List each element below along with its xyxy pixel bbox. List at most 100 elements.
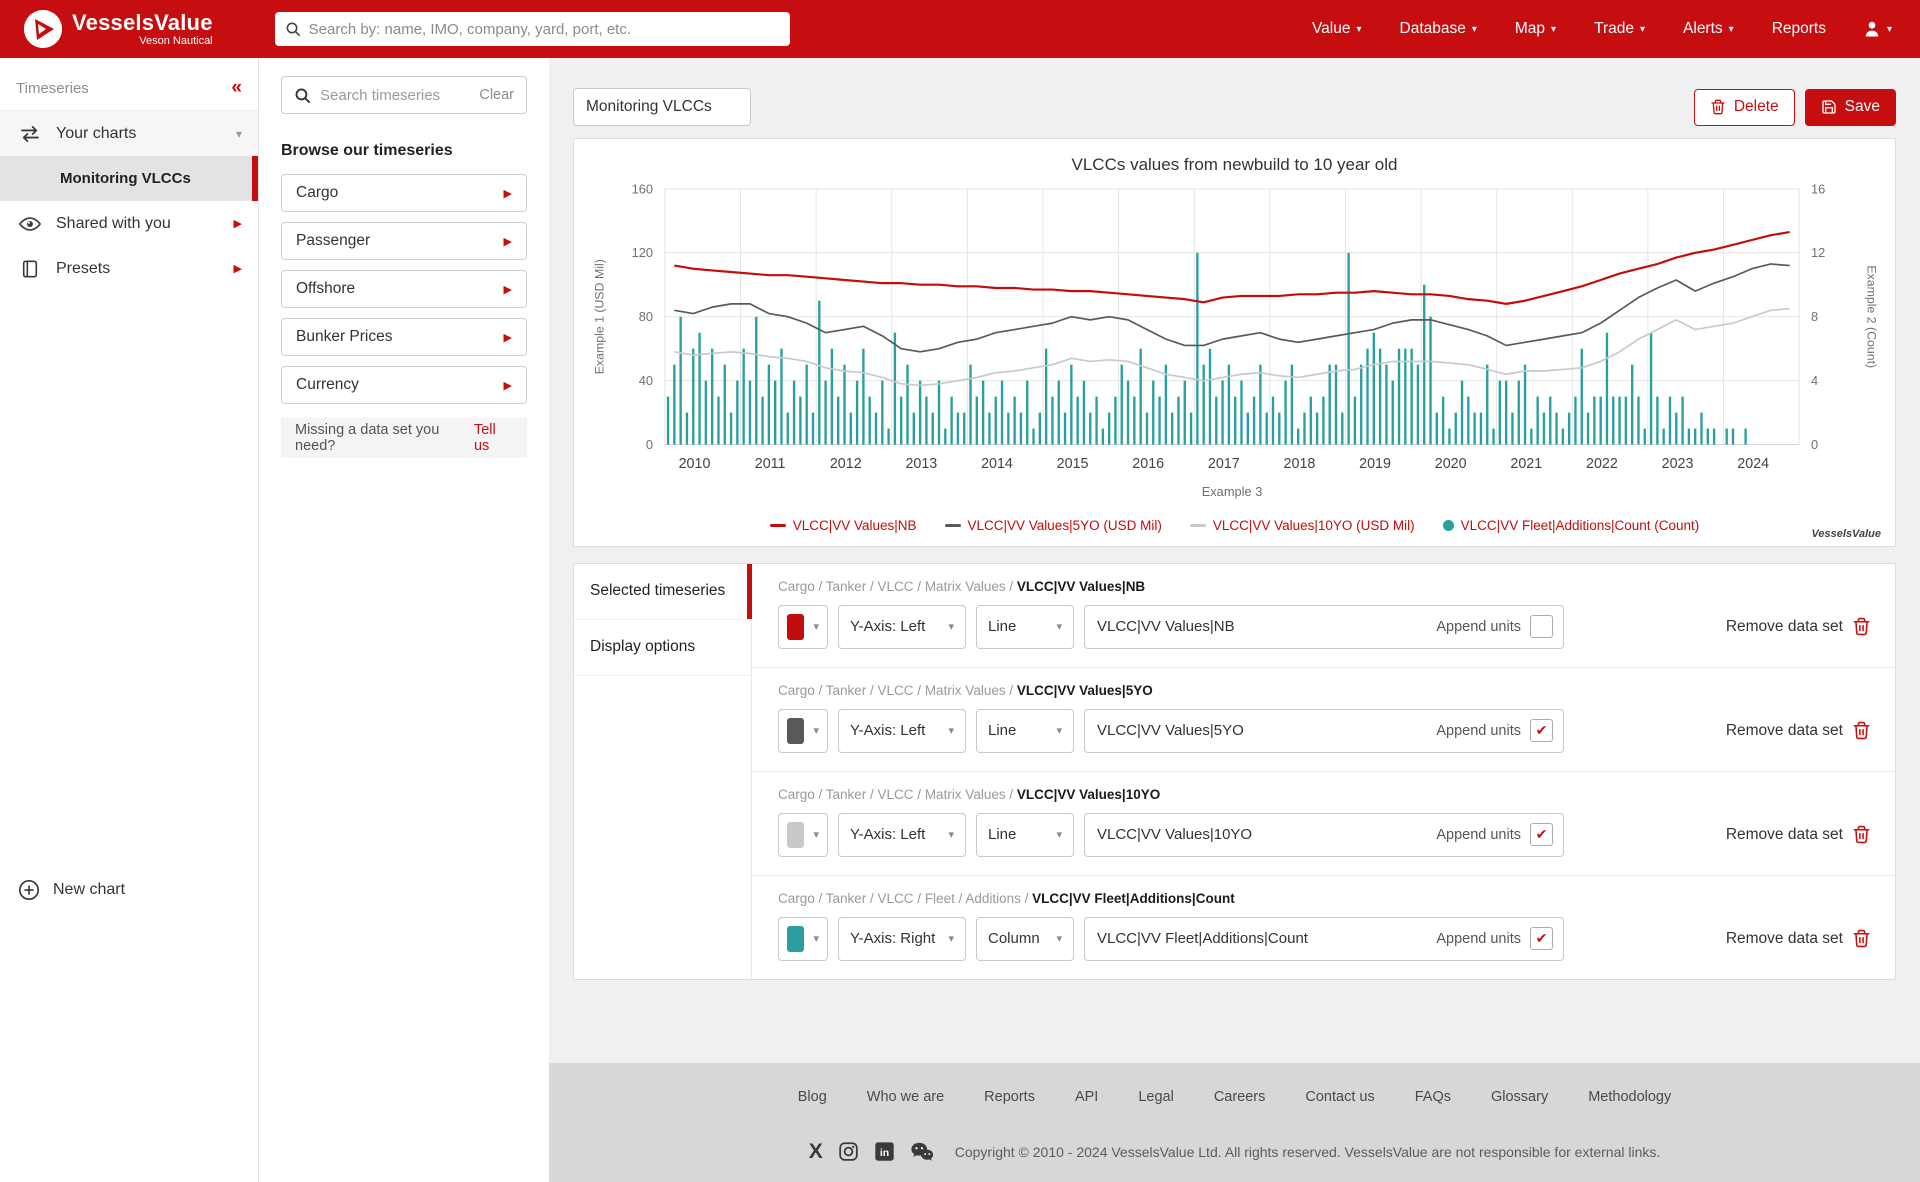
main-content: Delete Save VLCCs values from newbuild t… (549, 58, 1920, 1182)
instagram-icon[interactable] (838, 1141, 859, 1162)
page-footer: Blog Who we are Reports API Legal Careers Cont… (549, 1063, 1920, 1182)
legend-line-marker (770, 524, 786, 527)
nav-item-trade[interactable]: Trade▾ (1594, 20, 1645, 38)
sidebar-item-shared-with-you[interactable]: Shared with you ▶ (0, 201, 258, 246)
linkedin-icon[interactable]: in (874, 1141, 895, 1162)
missing-dataset-text: Missing a data set you need? (295, 422, 474, 454)
breadcrumb: Cargo / Tanker / VLCC / Fleet / Addition… (778, 891, 1879, 906)
nav-item-alerts[interactable]: Alerts▾ (1683, 20, 1734, 38)
color-select[interactable]: ▾ (778, 605, 828, 649)
svg-text:40: 40 (639, 373, 653, 388)
chart-title: VLCCs values from newbuild to 10 year ol… (578, 155, 1891, 175)
category-currency[interactable]: Currency▶ (281, 366, 527, 404)
footer-link-who-we-are[interactable]: Who we are (867, 1089, 944, 1105)
nav-item-reports[interactable]: Reports (1772, 20, 1826, 38)
timeseries-row: Cargo / Tanker / VLCC / Matrix Values / … (752, 564, 1895, 667)
footer-link-blog[interactable]: Blog (798, 1089, 827, 1105)
footer-link-glossary[interactable]: Glossary (1491, 1089, 1548, 1105)
x-twitter-icon[interactable]: X (809, 1141, 823, 1162)
footer-link-api[interactable]: API (1075, 1089, 1098, 1105)
plot-type-select[interactable]: Column▾ (976, 917, 1074, 961)
y-axis-select[interactable]: Y-Axis: Left▾ (838, 813, 966, 857)
save-disk-icon (1821, 99, 1837, 115)
remove-dataset-button[interactable]: Remove data set (1726, 721, 1871, 740)
save-button[interactable]: Save (1805, 89, 1896, 126)
sidebar-item-your-charts[interactable]: Your charts ▾ (0, 111, 258, 156)
series-name-value: VLCC|VV Fleet|Additions|Count (1097, 930, 1308, 947)
plot-type-select[interactable]: Line▾ (976, 605, 1074, 649)
timeseries-chart[interactable]: 0040480812012160162010201120122013201420… (578, 179, 1891, 510)
series-name-input[interactable]: VLCC|VV Fleet|Additions|Count Append uni… (1084, 917, 1564, 961)
trash-icon (1852, 929, 1871, 948)
category-offshore[interactable]: Offshore▶ (281, 270, 527, 308)
y-axis-select[interactable]: Y-Axis: Left▾ (838, 605, 966, 649)
tab-display-options[interactable]: Display options (574, 620, 751, 676)
tell-us-link[interactable]: Tell us (474, 422, 513, 454)
category-passenger[interactable]: Passenger▶ (281, 222, 527, 260)
plot-type-select[interactable]: Line▾ (976, 709, 1074, 753)
footer-link-careers[interactable]: Careers (1214, 1089, 1266, 1105)
brand-name: VesselsValue (72, 11, 213, 34)
tab-selected-timeseries[interactable]: Selected timeseries (574, 564, 751, 620)
global-search-input[interactable] (309, 21, 780, 38)
category-bunker-prices[interactable]: Bunker Prices▶ (281, 318, 527, 356)
legend-item[interactable]: VLCC|VV Values|10YO (USD Mil) (1190, 518, 1415, 533)
remove-dataset-button[interactable]: Remove data set (1726, 617, 1871, 636)
footer-link-methodology[interactable]: Methodology (1588, 1089, 1671, 1105)
legend-item[interactable]: VLCC|VV Values|5YO (USD Mil) (945, 518, 1162, 533)
nav-item-value[interactable]: Value▾ (1312, 20, 1362, 38)
color-select[interactable]: ▾ (778, 917, 828, 961)
vesselsvalue-watermark: VesselsValue (1811, 528, 1881, 540)
sidebar-item-presets[interactable]: Presets ▶ (0, 246, 258, 291)
color-select[interactable]: ▾ (778, 813, 828, 857)
chart-name-input[interactable] (573, 88, 751, 126)
chevron-down-icon: ▾ (1048, 932, 1062, 945)
delete-button[interactable]: Delete (1694, 89, 1795, 126)
nav-item-map[interactable]: Map▾ (1515, 20, 1556, 38)
chart-card: VLCCs values from newbuild to 10 year ol… (573, 138, 1896, 547)
append-units-checkbox[interactable] (1530, 719, 1553, 742)
clear-search-button[interactable]: Clear (479, 87, 514, 103)
svg-text:0: 0 (1811, 437, 1818, 452)
append-units-checkbox[interactable] (1530, 927, 1553, 950)
legend-item[interactable]: VLCC|VV Values|NB (770, 518, 917, 533)
collapse-sidebar-icon[interactable]: « (231, 78, 242, 97)
brand-logo[interactable]: VesselsValue Veson Nautical (24, 10, 213, 48)
append-units-checkbox[interactable] (1530, 823, 1553, 846)
footer-link-contact-us[interactable]: Contact us (1305, 1089, 1374, 1105)
browse-header: Browse our timeseries (281, 142, 527, 160)
append-units-checkbox[interactable] (1530, 615, 1553, 638)
legend-item[interactable]: VLCC|VV Fleet|Additions|Count (Count) (1443, 518, 1700, 533)
timeseries-rows: Cargo / Tanker / VLCC / Matrix Values / … (752, 564, 1895, 979)
y-axis-select[interactable]: Y-Axis: Right▾ (838, 917, 966, 961)
color-swatch (787, 614, 804, 640)
user-menu-button[interactable]: ▾ (1862, 19, 1892, 39)
breadcrumb: Cargo / Tanker / VLCC / Matrix Values / … (778, 787, 1879, 802)
sidebar-item-monitoring-vlccs[interactable]: Monitoring VLCCs (0, 156, 258, 201)
chevron-down-icon: ▾ (940, 932, 954, 945)
y-axis-select[interactable]: Y-Axis: Left▾ (838, 709, 966, 753)
footer-link-legal[interactable]: Legal (1138, 1089, 1173, 1105)
svg-text:Example 3: Example 3 (1202, 484, 1263, 499)
series-name-input[interactable]: VLCC|VV Values|10YO Append units (1084, 813, 1564, 857)
color-select[interactable]: ▾ (778, 709, 828, 753)
timeseries-row: Cargo / Tanker / VLCC / Matrix Values / … (752, 771, 1895, 875)
series-name-input[interactable]: VLCC|VV Values|5YO Append units (1084, 709, 1564, 753)
chevron-down-icon: ▾ (1887, 25, 1892, 35)
search-icon (294, 87, 311, 104)
remove-dataset-button[interactable]: Remove data set (1726, 825, 1871, 844)
plot-type-select[interactable]: Line▾ (976, 813, 1074, 857)
svg-text:2022: 2022 (1586, 456, 1618, 472)
footer-link-faqs[interactable]: FAQs (1415, 1089, 1451, 1105)
nav-item-database[interactable]: Database▾ (1400, 20, 1477, 38)
category-cargo[interactable]: Cargo▶ (281, 174, 527, 212)
timeseries-search-input[interactable] (320, 87, 470, 104)
footer-links: Blog Who we are Reports API Legal Careers Cont… (549, 1089, 1920, 1105)
svg-text:2012: 2012 (830, 456, 862, 472)
remove-dataset-button[interactable]: Remove data set (1726, 929, 1871, 948)
series-name-input[interactable]: VLCC|VV Values|NB Append units (1084, 605, 1564, 649)
footer-link-reports[interactable]: Reports (984, 1089, 1035, 1105)
svg-text:2013: 2013 (905, 456, 937, 472)
new-chart-button[interactable]: New chart (0, 868, 258, 912)
wechat-icon[interactable] (910, 1141, 934, 1162)
